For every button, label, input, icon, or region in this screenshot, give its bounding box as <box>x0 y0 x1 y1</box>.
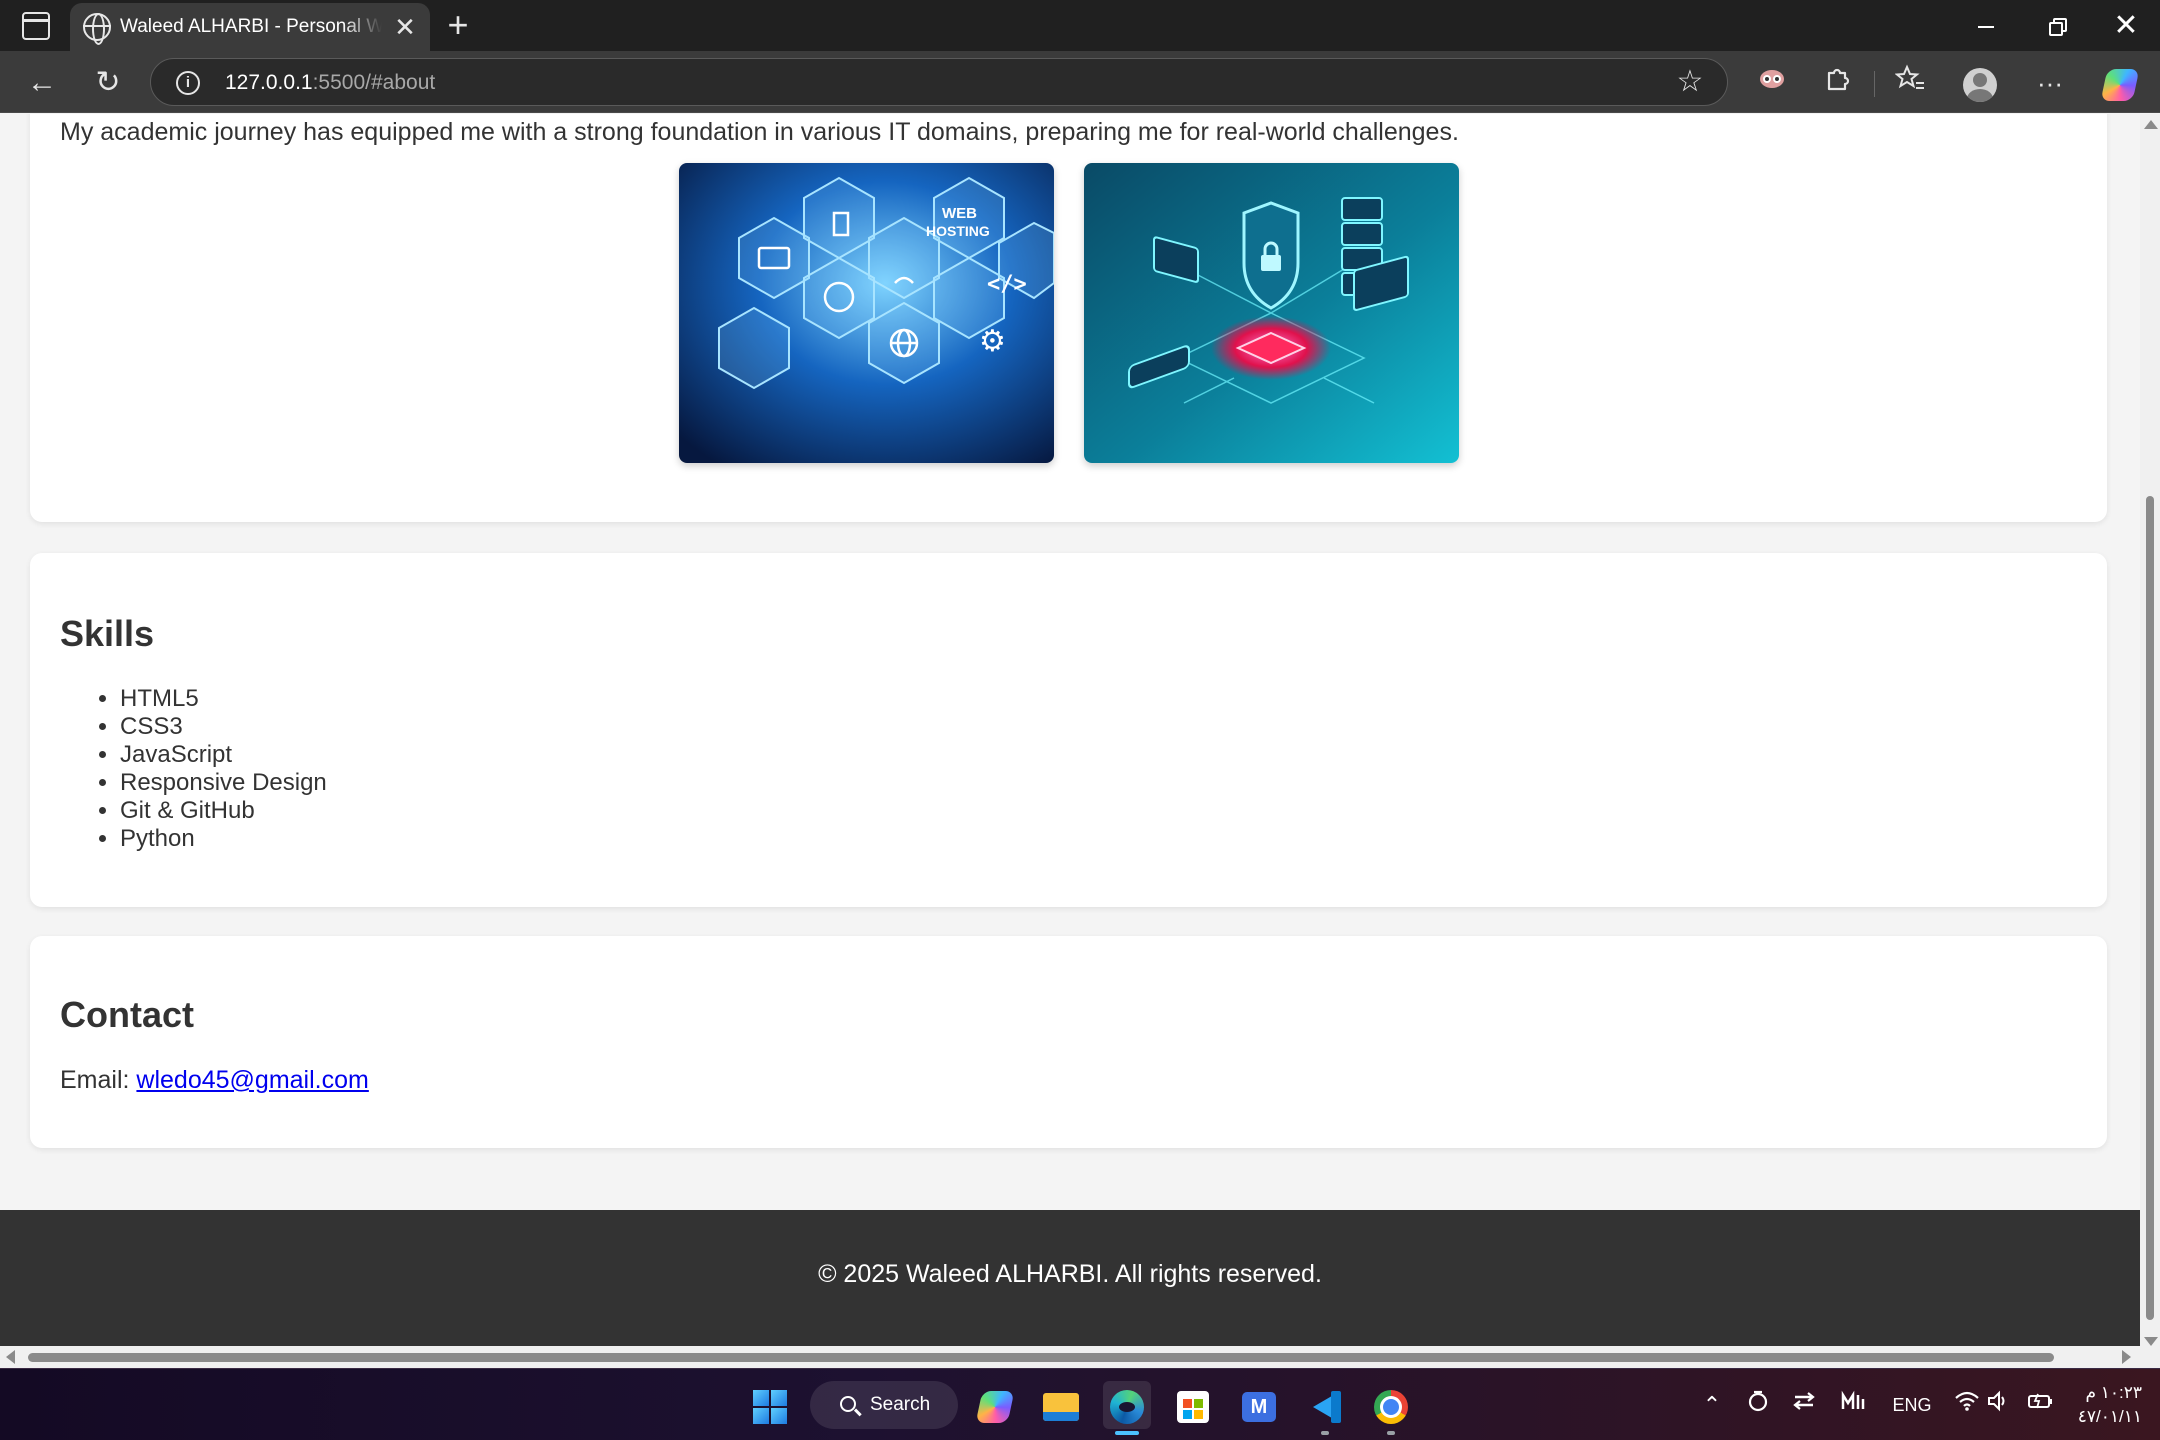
page-viewport: My academic journey has equipped me with… <box>0 114 2140 1352</box>
contact-email-line: Email: wledo45@gmail.com <box>60 1066 369 1095</box>
browser-toolbar: ← ↻ i 127.0.0.1:5500/#about ☆ ··· <box>0 51 2160 113</box>
clock-time: ١٠:٢٣ م <box>2085 1383 2143 1402</box>
url-host: 127.0.0.1 <box>225 71 313 94</box>
vertical-scrollbar[interactable] <box>2140 114 2160 1352</box>
tab-actions-icon[interactable] <box>22 12 50 40</box>
active-app-indicator <box>1115 1431 1139 1435</box>
edge-browser-icon[interactable] <box>1103 1381 1151 1429</box>
tab-close-icon[interactable]: ✕ <box>391 13 419 41</box>
show-hidden-icons-chevron-up-icon[interactable]: ⌃ <box>1700 1389 1724 1421</box>
scroll-right-arrow-icon[interactable] <box>2122 1350 2131 1364</box>
system-clock[interactable]: ١٠:٢٣ م ٤٧/٠١/١١ <box>2070 1381 2142 1429</box>
svg-text:</>: </> <box>987 272 1027 297</box>
tab-title: Waleed ALHARBI - Personal Website <box>120 16 382 37</box>
tray-sync-icon[interactable] <box>1744 1389 1772 1421</box>
footer-copyright: © 2025 Waleed ALHARBI. All rights reserv… <box>818 1260 1322 1288</box>
tray-monitor-icon[interactable] <box>1838 1389 1868 1421</box>
close-window-button[interactable]: ✕ <box>2096 6 2156 46</box>
toolbar-separator <box>1874 71 1875 97</box>
list-item: Responsive Design <box>120 769 327 797</box>
contact-section: Contact Email: wledo45@gmail.com <box>30 936 2107 1148</box>
mail-app-icon[interactable]: M <box>1235 1381 1283 1429</box>
windows-logo-icon <box>753 1390 787 1425</box>
running-app-indicator <box>1387 1431 1395 1435</box>
input-language-indicator[interactable]: ENG <box>1890 1389 1934 1421</box>
address-bar[interactable]: i 127.0.0.1:5500/#about ☆ <box>150 58 1728 106</box>
list-item: Git & GitHub <box>120 797 327 825</box>
email-label: Email: <box>60 1066 130 1094</box>
restore-button[interactable] <box>2026 6 2086 46</box>
scroll-up-arrow-icon[interactable] <box>2144 120 2158 129</box>
favorite-star-icon[interactable]: ☆ <box>1675 67 1705 97</box>
skills-list: HTML5 CSS3 JavaScript Responsive Design … <box>120 685 327 853</box>
chrome-icon[interactable] <box>1367 1381 1415 1429</box>
browser-essentials-icon[interactable] <box>1752 63 1792 103</box>
browser-tab-bar: Waleed ALHARBI - Personal Website ✕ + ✕ <box>0 0 2160 51</box>
back-arrow-icon[interactable]: ← <box>22 63 62 103</box>
list-item: JavaScript <box>120 741 327 769</box>
list-item: Python <box>120 825 327 853</box>
scrollbar-corner <box>2140 1346 2160 1368</box>
vertical-scroll-thumb[interactable] <box>2146 496 2154 1320</box>
hosting-label-line2: HOSTING <box>926 223 990 239</box>
volume-icon[interactable] <box>1986 1389 2012 1421</box>
scroll-left-arrow-icon[interactable] <box>6 1350 15 1364</box>
url-text[interactable]: 127.0.0.1:5500/#about <box>225 71 435 95</box>
url-path: :5500/#about <box>312 71 436 94</box>
cybersecurity-image <box>1084 163 1459 463</box>
horizontal-scroll-thumb[interactable] <box>28 1353 2054 1362</box>
extensions-puzzle-icon[interactable] <box>1818 63 1858 103</box>
list-item: HTML5 <box>120 685 327 713</box>
battery-icon[interactable] <box>2026 1389 2056 1421</box>
running-app-indicator <box>1321 1431 1329 1435</box>
page-footer: © 2025 Waleed ALHARBI. All rights reserv… <box>0 1210 2140 1352</box>
start-button[interactable] <box>746 1381 794 1429</box>
scroll-down-arrow-icon[interactable] <box>2144 1337 2158 1346</box>
about-section: My academic journey has equipped me with… <box>30 114 2107 522</box>
taskbar-search-button[interactable]: Search <box>810 1381 958 1429</box>
search-icon <box>840 1396 856 1412</box>
more-options-icon[interactable]: ··· <box>2030 63 2070 103</box>
globe-icon <box>83 13 111 45</box>
browser-tab-active[interactable]: Waleed ALHARBI - Personal Website ✕ <box>70 3 430 51</box>
hosting-label-line1: WEB <box>942 205 977 222</box>
favorites-icon[interactable] <box>1890 63 1930 103</box>
copilot-app-icon[interactable] <box>971 1381 1019 1429</box>
list-item: CSS3 <box>120 713 327 741</box>
reload-icon[interactable]: ↻ <box>88 63 128 103</box>
search-label: Search <box>870 1394 931 1415</box>
skills-heading: Skills <box>60 613 155 654</box>
contact-heading: Contact <box>60 994 194 1035</box>
wifi-icon[interactable] <box>1952 1389 1982 1421</box>
clock-date: ٤٧/٠١/١١ <box>2077 1407 2142 1426</box>
new-tab-button[interactable]: + <box>440 7 476 44</box>
site-info-icon[interactable]: i <box>176 71 200 95</box>
horizontal-scrollbar[interactable] <box>0 1346 2140 1368</box>
minimize-button[interactable] <box>1956 6 2016 46</box>
vscode-icon[interactable] <box>1301 1381 1349 1429</box>
profile-avatar-icon[interactable] <box>1960 63 2000 103</box>
svg-text:⚙: ⚙ <box>979 324 1006 359</box>
tray-transfer-icon[interactable] <box>1790 1389 1818 1421</box>
microsoft-store-icon[interactable] <box>1169 1381 1217 1429</box>
email-link[interactable]: wledo45@gmail.com <box>136 1066 368 1094</box>
windows-taskbar: Search M ⌃ ENG ١٠:٢٣ م ٤٧/٠١/١١ <box>0 1368 2160 1440</box>
copilot-icon[interactable] <box>2100 63 2140 103</box>
skills-section: Skills HTML5 CSS3 JavaScript Responsive … <box>30 553 2107 907</box>
file-explorer-icon[interactable] <box>1037 1381 1085 1429</box>
about-paragraph: My academic journey has equipped me with… <box>60 118 1459 146</box>
web-hosting-image: WEB HOSTING </> ⚙ <box>679 163 1054 463</box>
